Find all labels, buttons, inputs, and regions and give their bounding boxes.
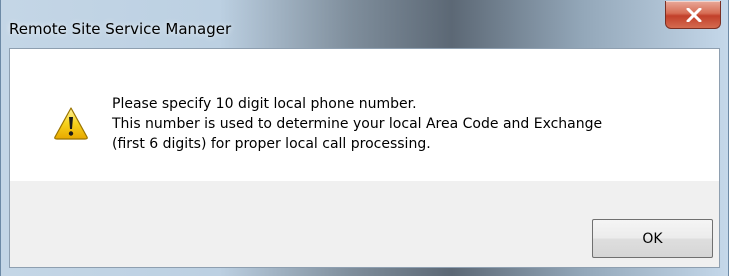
close-button[interactable] — [665, 1, 721, 29]
warning-icon — [54, 107, 88, 140]
dialog-client-area: Please specify 10 digit local phone numb… — [9, 48, 720, 268]
message-text: Please specify 10 digit local phone numb… — [112, 94, 602, 154]
message-area: Please specify 10 digit local phone numb… — [10, 49, 719, 181]
message-line: This number is used to determine your lo… — [112, 116, 603, 132]
message-dialog: Remote Site Service Manager Please speci… — [0, 0, 729, 276]
message-line: Please specify 10 digit local phone numb… — [112, 96, 417, 112]
window-title: Remote Site Service Manager — [9, 20, 232, 38]
ok-button[interactable]: OK — [592, 219, 713, 258]
title-bar[interactable]: Remote Site Service Manager — [1, 0, 728, 48]
message-line: (first 6 digits) for proper local call p… — [112, 136, 431, 152]
close-icon — [686, 8, 702, 22]
